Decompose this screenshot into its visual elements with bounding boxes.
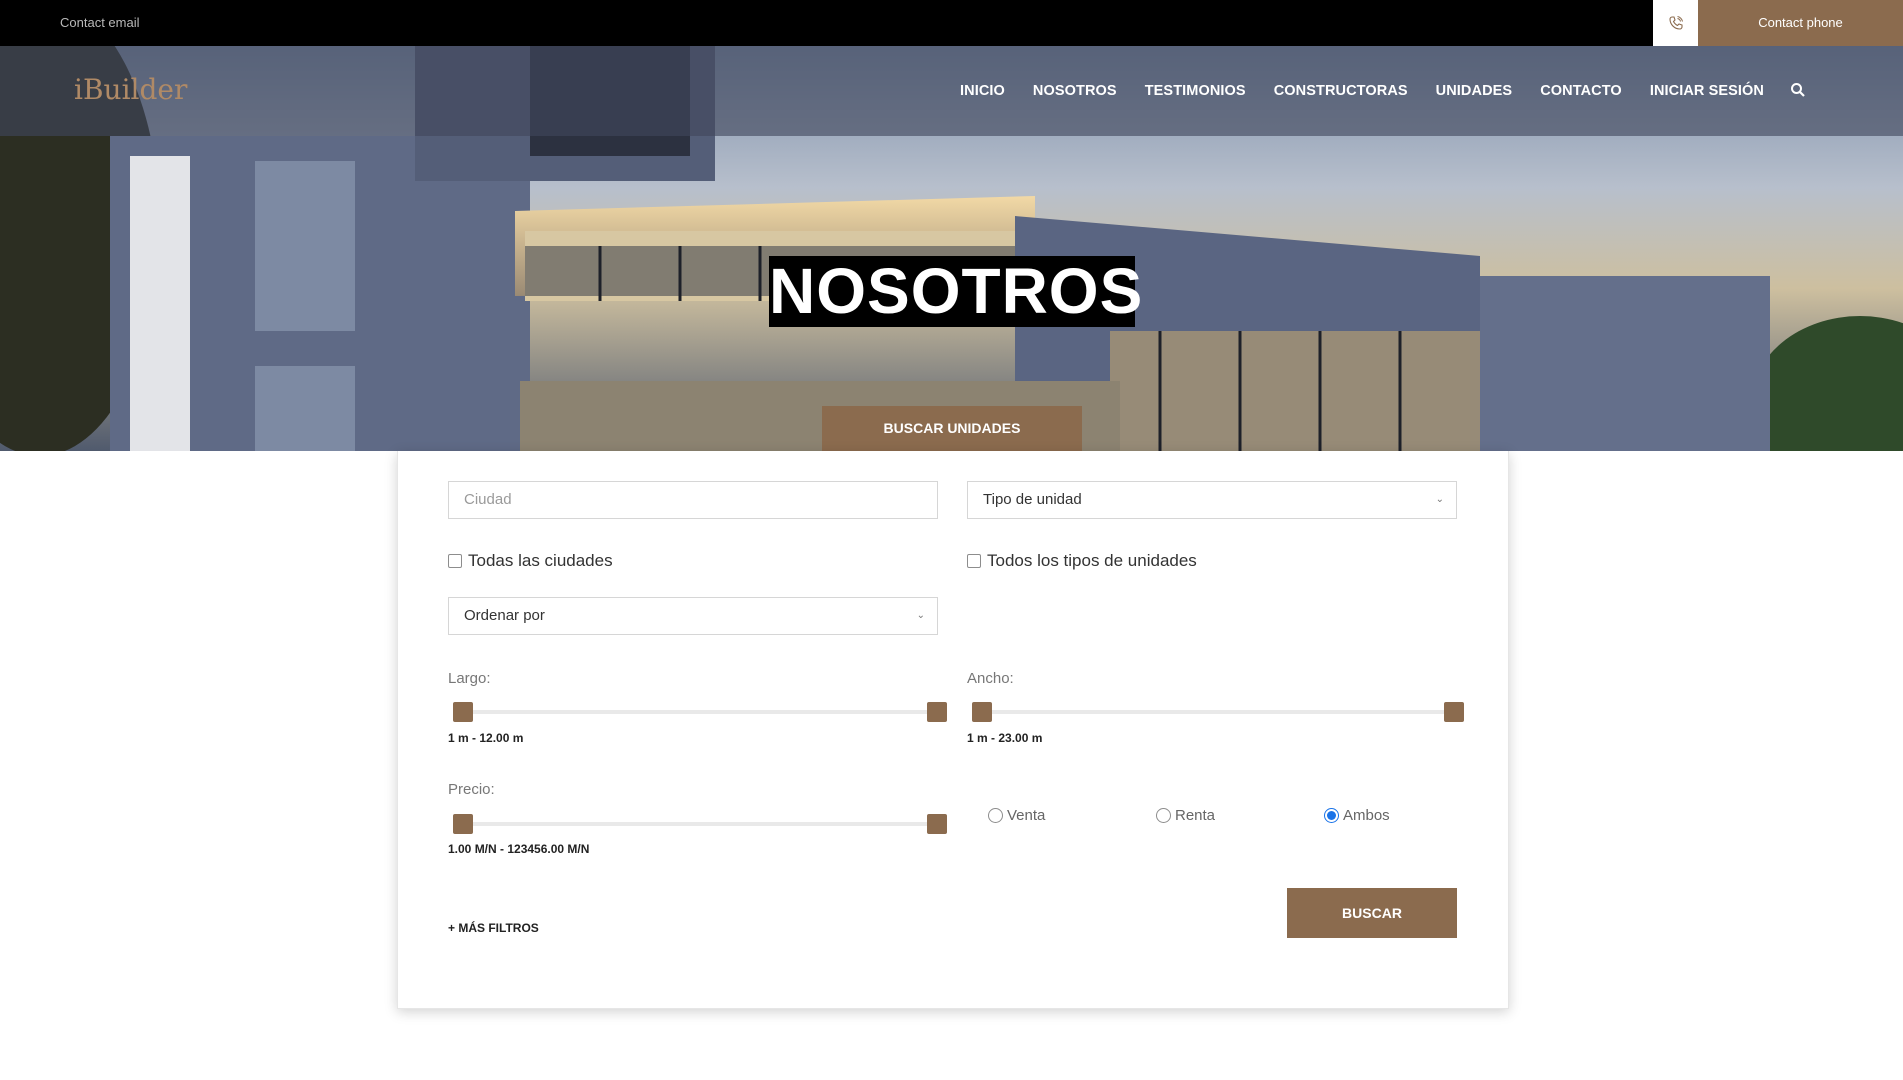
largo-slider-track[interactable] bbox=[454, 710, 934, 714]
radio-ambos-button[interactable] bbox=[1324, 808, 1339, 823]
all-cities-checkbox[interactable] bbox=[448, 554, 462, 568]
nav-item-constructoras[interactable]: CONSTRUCTORAS bbox=[1274, 83, 1408, 99]
site-logo[interactable]: iBuilder bbox=[74, 46, 187, 136]
nav-item-contacto[interactable]: CONTACTO bbox=[1540, 83, 1622, 99]
radio-renta-button[interactable] bbox=[1156, 808, 1171, 823]
precio-range-text: 1.00 M/N - 123456.00 M/N bbox=[448, 842, 590, 856]
radio-venta-button[interactable] bbox=[988, 808, 1003, 823]
chevron-down-icon: ⌄ bbox=[1435, 494, 1444, 505]
nav-item-inicio[interactable]: INICIO bbox=[960, 83, 1005, 99]
ancho-max-handle[interactable] bbox=[1444, 702, 1464, 722]
precio-min-handle[interactable] bbox=[453, 814, 473, 834]
order-by-select[interactable]: Ordenar por ⌄ bbox=[448, 597, 938, 635]
all-unit-types-label: Todos los tipos de unidades bbox=[987, 551, 1197, 570]
ancho-label: Ancho: bbox=[967, 670, 1014, 687]
city-input[interactable]: Ciudad bbox=[448, 481, 938, 519]
radio-renta-label: Renta bbox=[1175, 807, 1216, 824]
radio-venta[interactable]: Venta bbox=[988, 807, 1045, 824]
ancho-slider-track[interactable] bbox=[973, 710, 1463, 714]
top-bar: Contact email Contact phone bbox=[0, 0, 1903, 46]
phone-icon bbox=[1653, 0, 1698, 46]
largo-min-handle[interactable] bbox=[453, 702, 473, 722]
all-cities-checkbox-row[interactable]: Todas las ciudades bbox=[448, 551, 613, 571]
contact-phone[interactable]: Contact phone bbox=[1698, 0, 1903, 46]
nav-item-testimonios[interactable]: TESTIMONIOS bbox=[1145, 83, 1246, 99]
precio-label: Precio: bbox=[448, 781, 495, 798]
unit-type-value: Tipo de unidad bbox=[983, 491, 1082, 508]
all-unit-types-checkbox-row[interactable]: Todos los tipos de unidades bbox=[967, 551, 1197, 571]
radio-renta[interactable]: Renta bbox=[1156, 807, 1215, 824]
unit-type-select[interactable]: Tipo de unidad ⌄ bbox=[967, 481, 1457, 519]
search-icon[interactable] bbox=[1790, 82, 1806, 98]
all-unit-types-checkbox[interactable] bbox=[967, 554, 981, 568]
search-units-tab[interactable]: BUSCAR UNIDADES bbox=[822, 406, 1082, 451]
precio-max-handle[interactable] bbox=[927, 814, 947, 834]
largo-label: Largo: bbox=[448, 670, 491, 687]
precio-slider-track[interactable] bbox=[454, 822, 934, 826]
main-navbar: iBuilder INICIO NOSOTROS TESTIMONIOS CON… bbox=[0, 46, 1903, 136]
more-filters-link[interactable]: + MÁS FILTROS bbox=[448, 921, 539, 935]
radio-ambos[interactable]: Ambos bbox=[1324, 807, 1390, 824]
ancho-range-text: 1 m - 23.00 m bbox=[967, 731, 1043, 745]
nav-item-unidades[interactable]: UNIDADES bbox=[1436, 83, 1513, 99]
radio-venta-label: Venta bbox=[1007, 807, 1046, 824]
radio-ambos-label: Ambos bbox=[1343, 807, 1390, 824]
page-title: NOSOTROS bbox=[769, 255, 1144, 327]
nav-item-iniciar-sesion[interactable]: INICIAR SESIÓN bbox=[1650, 83, 1764, 99]
order-by-value: Ordenar por bbox=[464, 607, 545, 624]
search-form-card: Ciudad Tipo de unidad ⌄ Todas las ciudad… bbox=[397, 451, 1509, 1009]
nav-menu: INICIO NOSOTROS TESTIMONIOS CONSTRUCTORA… bbox=[960, 46, 1792, 136]
nav-item-nosotros[interactable]: NOSOTROS bbox=[1033, 83, 1117, 99]
city-placeholder: Ciudad bbox=[464, 491, 512, 508]
chevron-down-icon: ⌄ bbox=[916, 610, 925, 621]
contact-email[interactable]: Contact email bbox=[60, 0, 139, 46]
largo-max-handle[interactable] bbox=[927, 702, 947, 722]
all-cities-label: Todas las ciudades bbox=[468, 551, 613, 570]
largo-range-text: 1 m - 12.00 m bbox=[448, 731, 524, 745]
search-button[interactable]: BUSCAR bbox=[1287, 888, 1457, 938]
ancho-min-handle[interactable] bbox=[972, 702, 992, 722]
